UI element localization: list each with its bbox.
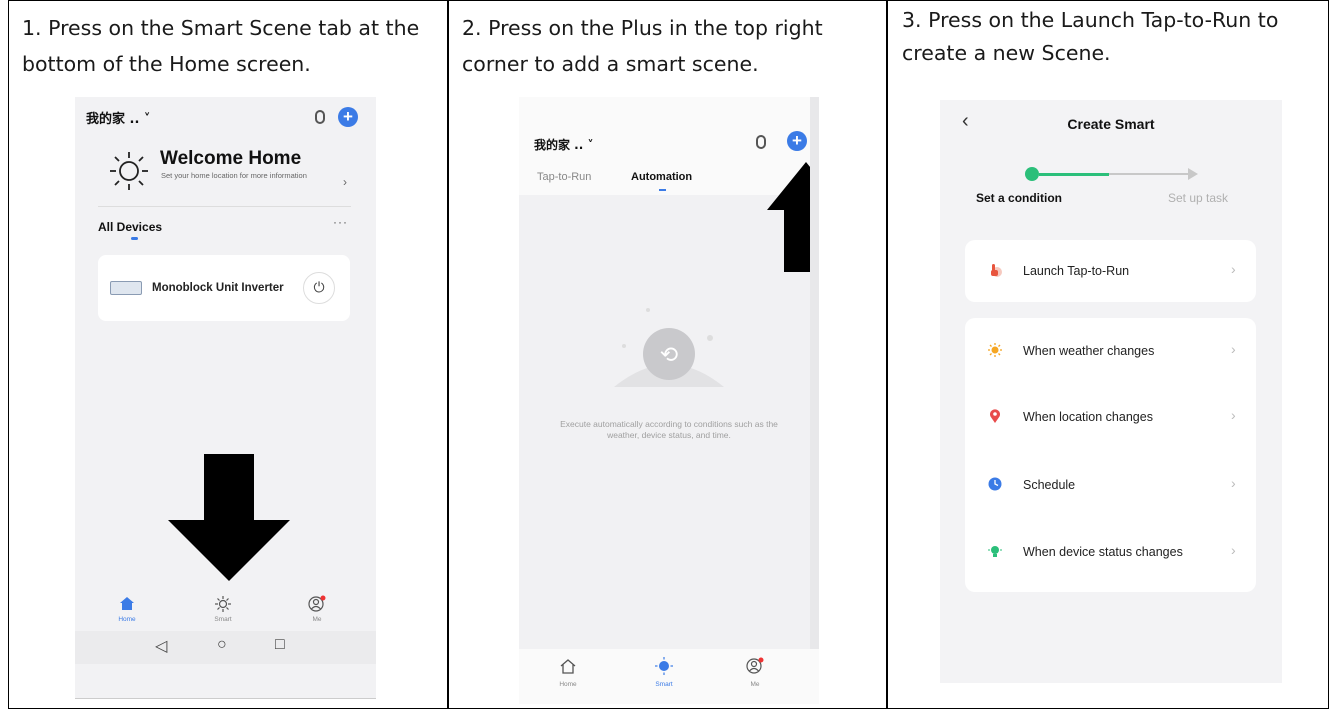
automation-illustration: ⟲	[614, 308, 724, 387]
svg-text:⟲: ⟲	[660, 343, 678, 368]
device-card[interactable]: Monoblock Unit Inverter ⏻	[98, 255, 350, 321]
step-label-condition: Set a condition	[976, 191, 1063, 205]
page-title: Create Smart	[1067, 116, 1155, 132]
power-button[interactable]: ⏻	[303, 272, 335, 304]
step-progress-line	[1039, 173, 1109, 176]
tab-home[interactable]: Home	[548, 681, 588, 688]
step-arrow-icon	[1188, 168, 1198, 180]
chevron-right-icon: ›	[1231, 475, 1236, 491]
step-current-dot	[1025, 167, 1039, 181]
chevron-right-icon: ›	[1231, 341, 1236, 357]
location-pin-icon	[990, 409, 1000, 423]
smart-tab-icon[interactable]	[655, 657, 673, 675]
tab-bar: Home Smart Me	[519, 649, 819, 704]
air-conditioner-icon	[110, 281, 142, 295]
list-item-label: When location changes	[1023, 410, 1153, 424]
divider	[98, 206, 351, 207]
sun-icon	[110, 152, 148, 190]
list-item-launch-tap-to-run[interactable]: Launch Tap-to-Run ›	[965, 260, 1256, 284]
sun-icon	[988, 343, 1002, 357]
step-label-task: Set up task	[1168, 191, 1229, 205]
step-2-caption: 2. Press on the Plus in the top right co…	[462, 16, 823, 76]
tab-bar: Home Smart Me	[75, 592, 376, 634]
column-divider	[886, 0, 888, 709]
microphone-icon[interactable]	[315, 110, 325, 124]
home-selector[interactable]: 我的家 .. ˅	[86, 108, 150, 127]
hand-icon	[991, 264, 1002, 277]
tab-indicator	[659, 189, 666, 191]
empty-state-text: Execute automatically according to condi…	[560, 419, 778, 440]
list-item-weather[interactable]: When weather changes ›	[965, 340, 1256, 364]
profile-icon[interactable]	[746, 657, 764, 674]
back-nav-icon[interactable]: ◁	[155, 636, 167, 656]
smart-tab-icon[interactable]	[215, 596, 231, 612]
home-selector[interactable]: 我的家 .. ˅	[534, 136, 593, 153]
list-item-label: When device status changes	[1023, 545, 1183, 559]
column-divider	[447, 0, 449, 709]
tab-indicator	[131, 237, 138, 240]
android-nav-bar: ◁ ○ □	[75, 631, 376, 664]
tab-me[interactable]: Me	[297, 616, 337, 623]
profile-icon[interactable]	[308, 595, 326, 612]
tab-smart[interactable]: Smart	[644, 681, 684, 688]
list-item-label: Schedule	[1023, 478, 1076, 492]
scrollbar	[810, 97, 819, 704]
chevron-right-icon[interactable]: ›	[343, 175, 347, 189]
create-smart-screenshot: ‹ Create Smart Set a condition Set up ta…	[940, 100, 1282, 683]
step-1-caption: 1. Press on the Smart Scene tab at the b…	[22, 16, 420, 76]
add-button[interactable]: +	[787, 131, 807, 151]
tab-me[interactable]: Me	[735, 681, 775, 688]
step-remaining-line	[1109, 173, 1189, 175]
list-item-location[interactable]: When location changes ›	[965, 406, 1256, 430]
list-item-label: When weather changes	[1023, 344, 1155, 358]
launch-card: Launch Tap-to-Run ›	[965, 240, 1256, 302]
step-3-caption: 3. Press on the Launch Tap-to-Run to cre…	[902, 8, 1279, 65]
section-title[interactable]: All Devices	[98, 220, 162, 234]
home-icon[interactable]	[120, 597, 134, 610]
welcome-subtitle: Set your home location for more informat…	[161, 171, 307, 180]
conditions-card: When weather changes › When location cha…	[965, 318, 1256, 592]
tab-automation[interactable]: Automation	[631, 171, 692, 183]
tab-home[interactable]: Home	[107, 616, 147, 623]
clock-icon	[988, 477, 1002, 491]
recents-nav-icon[interactable]: □	[275, 636, 285, 654]
add-button[interactable]: +	[338, 107, 358, 127]
chevron-right-icon: ›	[1231, 542, 1236, 558]
welcome-title: Welcome Home	[160, 148, 302, 169]
tab-tap-to-run[interactable]: Tap-to-Run	[537, 171, 591, 183]
list-item-device-status[interactable]: When device status changes ›	[965, 541, 1256, 565]
smart-screen-screenshot: 我的家 .. ˅ + Tap-to-Run Automation ⟲ Execu…	[519, 97, 819, 704]
home-icon[interactable]	[560, 659, 576, 674]
list-item-label: Launch Tap-to-Run	[1023, 264, 1130, 278]
chevron-right-icon: ›	[1231, 407, 1236, 423]
home-nav-icon[interactable]: ○	[217, 636, 227, 654]
chevron-right-icon: ›	[1231, 261, 1236, 277]
device-name: Monoblock Unit Inverter	[152, 282, 284, 294]
tab-smart[interactable]: Smart	[203, 616, 243, 623]
microphone-icon[interactable]	[756, 135, 766, 149]
more-options-icon[interactable]: ···	[333, 215, 348, 229]
home-screen-screenshot: 我的家 .. ˅ + Welcome Home Set your home lo…	[75, 97, 376, 699]
device-icon	[988, 546, 1002, 557]
list-item-schedule[interactable]: Schedule ›	[965, 474, 1256, 498]
arrow-down-icon	[168, 454, 290, 581]
